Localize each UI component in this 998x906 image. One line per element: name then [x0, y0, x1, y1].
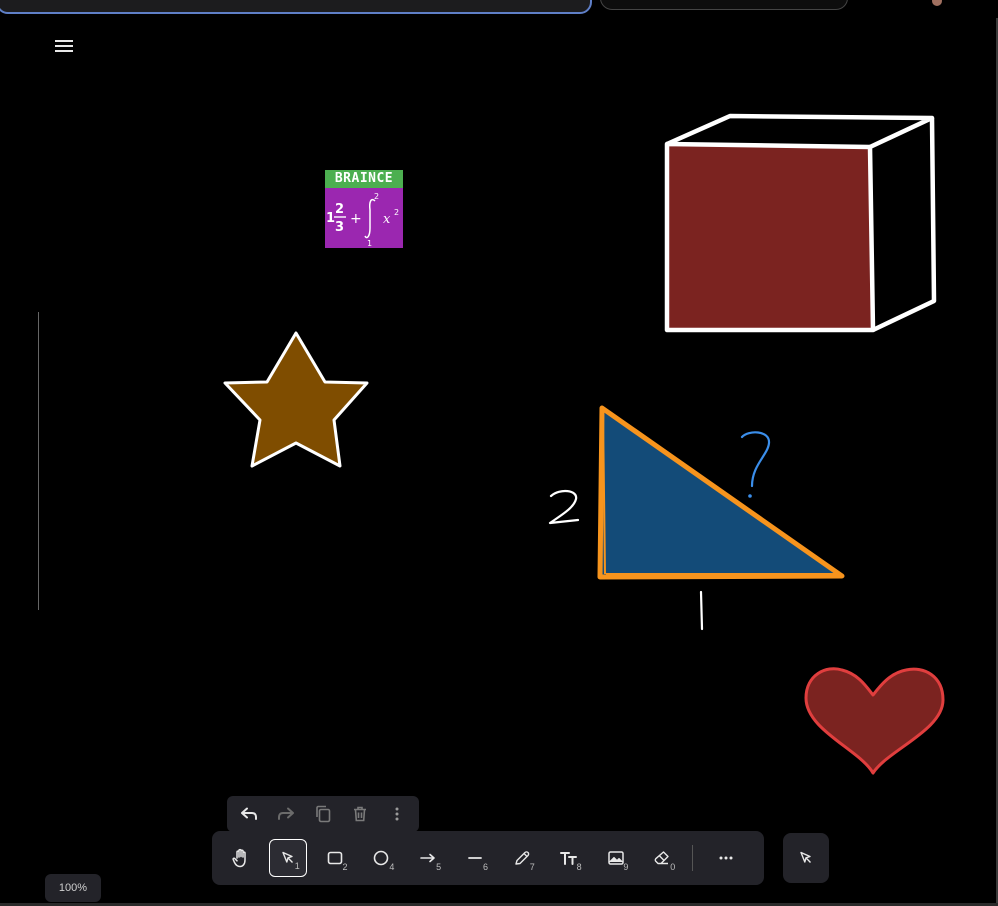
tool-hand[interactable] — [222, 839, 260, 877]
handwritten-label-2[interactable] — [548, 489, 580, 525]
cube-shape[interactable] — [664, 113, 937, 333]
undo-button[interactable] — [231, 799, 268, 829]
star-shape[interactable] — [223, 331, 369, 468]
vertical-dots-icon — [395, 807, 399, 821]
tool-image-shortcut: 9 — [623, 862, 629, 872]
question-mark-annotation[interactable] — [740, 431, 771, 498]
tool-image[interactable]: 9 — [597, 839, 635, 877]
square-icon — [327, 851, 342, 865]
trash-icon — [353, 806, 366, 822]
selection-action-bar — [227, 796, 419, 832]
more-tools-button[interactable] — [707, 839, 745, 877]
canvas-shapes — [223, 113, 945, 775]
delete-button[interactable] — [341, 799, 378, 829]
pencil-icon — [515, 851, 530, 865]
pointer-icon — [282, 851, 293, 863]
tool-eraser-shortcut: 0 — [670, 862, 676, 872]
circle-icon — [374, 850, 389, 866]
tool-eraser[interactable]: 0 — [643, 839, 681, 877]
tool-draw-shortcut: 7 — [529, 862, 535, 872]
redo-icon — [278, 807, 295, 820]
tool-line-shortcut: 6 — [482, 862, 488, 872]
redo-button[interactable] — [268, 799, 305, 829]
tool-rectangle[interactable]: 2 — [316, 839, 354, 877]
eraser-icon — [654, 851, 670, 865]
handwritten-label-1[interactable] — [699, 590, 704, 631]
hand-icon — [232, 848, 246, 868]
tool-text-shortcut: 8 — [576, 862, 582, 872]
main-toolbar: 1 2 4 5 6 7 8 9 0 — [212, 831, 764, 885]
image-icon — [607, 851, 624, 865]
tool-ellipse[interactable]: 4 — [363, 839, 401, 877]
laser-pointer-button[interactable] — [783, 833, 829, 883]
tool-arrow[interactable]: 5 — [409, 839, 447, 877]
horizontal-dots-icon — [719, 856, 733, 860]
tool-text[interactable]: 8 — [550, 839, 588, 877]
triangle-shape[interactable] — [597, 405, 845, 580]
undo-icon — [241, 807, 258, 820]
laser-pointer-icon — [800, 851, 812, 863]
duplicate-icon — [316, 805, 331, 823]
line-icon — [468, 857, 482, 859]
arrow-icon — [420, 853, 436, 863]
toolbar-divider — [692, 845, 694, 871]
tool-ellipse-shortcut: 4 — [389, 862, 395, 872]
more-actions-button[interactable] — [378, 799, 415, 829]
heart-shape[interactable] — [804, 667, 945, 775]
tool-line[interactable]: 6 — [456, 839, 494, 877]
duplicate-button[interactable] — [305, 799, 342, 829]
tool-select-shortcut: 1 — [294, 861, 300, 871]
zoom-level-indicator[interactable]: 100% — [45, 874, 101, 902]
tool-arrow-shortcut: 5 — [436, 862, 442, 872]
tool-select[interactable]: 1 — [268, 839, 307, 877]
text-icon — [559, 852, 577, 865]
tool-draw[interactable]: 7 — [503, 839, 541, 877]
tool-rectangle-shortcut: 2 — [342, 862, 348, 872]
